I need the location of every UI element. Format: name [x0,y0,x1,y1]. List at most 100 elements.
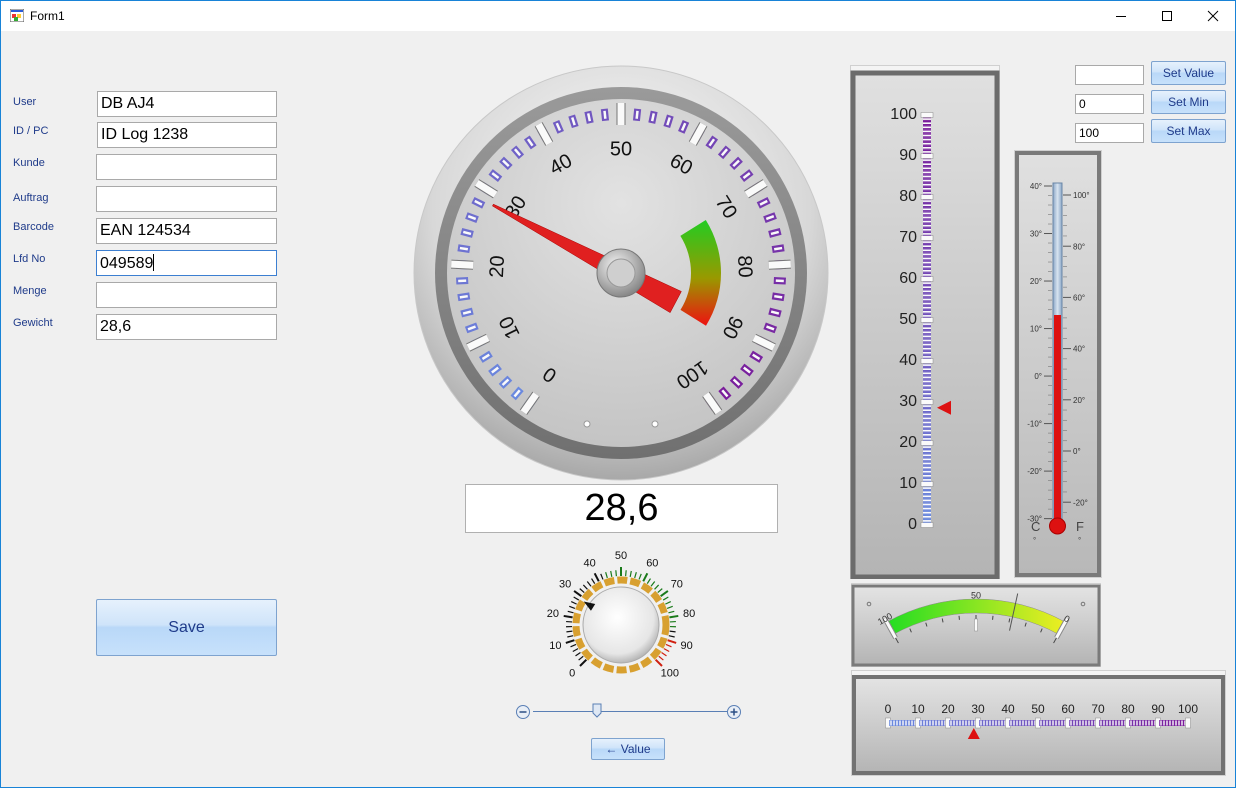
vertical-gauge-minor-tick [923,208,931,211]
vertical-gauge-minor-tick [923,384,931,387]
vertical-gauge-minor-tick [923,339,931,342]
vertical-gauge-major-tick [920,481,934,487]
knob-tick-label: 80 [683,608,695,620]
set-min-button[interactable]: Set Min [1151,90,1226,114]
horizontal-gauge-minor-tick [1181,720,1183,726]
horizontal-gauge-tick-label: 10 [911,702,925,716]
vertical-gauge-tick-label: 0 [908,516,917,533]
vertical-gauge-minor-tick [923,245,931,247]
knob-control[interactable]: 0 10 20 30 40 50 60 70 80 90 100 [531,549,711,694]
set-max-button[interactable]: Set Max [1151,119,1226,143]
knob-tick [582,584,588,590]
fahrenheit-label: F [1076,519,1084,534]
horizontal-gauge-minor-tick [983,720,985,726]
knob-tick [654,658,663,667]
vertical-gauge-minor-tick [923,409,931,411]
user-input[interactable]: DB AJ4 [97,91,277,117]
horizontal-gauge-tick-label: 50 [1031,702,1045,716]
minimize-button[interactable] [1098,1,1144,31]
close-button[interactable] [1190,1,1235,31]
gauge-minor-tick [774,294,783,299]
auftrag-input[interactable] [96,186,277,212]
horizontal-gauge-minor-tick [1016,720,1018,726]
knob-tick-label: 50 [615,550,627,562]
knob-tick [563,614,573,619]
maximize-button[interactable] [1144,1,1190,31]
knob-tick [575,652,581,657]
gauge-tick-label: 20 [486,255,509,278]
horizontal-gauge-minor-tick [1022,720,1024,726]
vertical-gauge-major-tick [920,522,934,528]
horizontal-gauge-minor-tick [1178,720,1180,726]
vertical-gauge-minor-tick [923,270,931,272]
thermometer-mercury [1054,315,1061,525]
gauge-major-tick [451,260,474,269]
vertical-gauge-major-tick [920,399,934,405]
vertical-gauge-minor-tick [923,479,931,481]
set-value-button[interactable]: Set Value [1151,61,1226,85]
gauge-minor-tick [635,110,639,119]
vertical-gauge-minor-tick [923,167,931,170]
horizontal-gauge-minor-tick [1142,720,1144,726]
vertical-gauge-minor-tick [923,138,931,141]
vertical-gauge-tick-label: 100 [890,106,917,123]
slider-track[interactable] [533,711,727,712]
knob-tick [586,581,592,587]
vertical-gauge-minor-tick [923,151,931,153]
vertical-gauge-minor-tick [923,405,931,407]
vertical-gauge-major-tick [920,276,934,282]
horizontal-gauge-minor-tick [1070,720,1072,726]
vertical-gauge-minor-tick [923,183,931,186]
vertical-gauge-minor-tick [923,122,931,124]
menge-input[interactable] [96,282,277,308]
id-pc-input[interactable]: ID Log 1238 [97,122,277,148]
knob-tick [579,588,585,594]
knob-tick [569,605,576,609]
vertical-gauge-minor-tick [923,466,931,469]
lfd-no-input[interactable]: 049589 [96,250,277,276]
set-max-input[interactable]: 100 [1075,123,1144,143]
horizontal-gauge-minor-tick [1172,720,1174,726]
knob-tick [667,639,677,644]
vertical-gauge-minor-tick [923,188,931,190]
barcode-input[interactable]: EAN 124534 [96,218,277,244]
knob-tick [634,572,637,579]
slider-thumb[interactable] [592,703,602,719]
vertical-gauge-minor-tick [923,434,931,436]
vertical-gauge-minor-tick [923,327,931,329]
gauge-minor-tick [603,110,607,119]
kunde-input[interactable] [96,154,277,180]
knob-tick [665,601,672,605]
horizontal-gauge-minor-tick [1079,720,1081,726]
title-bar: Form1 [1,1,1235,31]
main-gauge: 0102030405060708090100 [413,65,829,481]
minus-circle-icon[interactable] [515,704,531,720]
gauge-tick-label: 80 [733,255,756,278]
set-value-input[interactable] [1075,65,1144,85]
save-button[interactable]: Save [96,599,277,656]
knob-tick [669,614,679,619]
vertical-gauge-minor-tick [923,393,931,395]
app-icon [10,9,24,22]
horizontal-gauge-minor-tick [953,720,955,726]
vertical-gauge-minor-tick [923,421,931,424]
horizontal-gauge-minor-tick [992,720,994,726]
horizontal-gauge-minor-tick [1028,720,1030,726]
horizontal-gauge-minor-tick [1031,720,1033,726]
horizontal-gauge-minor-tick [1061,720,1063,726]
vertical-gauge-tick-label: 70 [899,229,917,246]
vertical-gauge-minor-tick [923,179,931,182]
set-min-input[interactable]: 0 [1075,94,1144,114]
horizontal-gauge-minor-tick [1136,720,1138,726]
value-button[interactable]: ← Value [591,738,665,760]
horizontal-gauge-minor-tick [1148,720,1150,726]
value-slider[interactable] [515,701,743,723]
horizontal-gauge-major-tick [1185,717,1191,729]
plus-circle-icon[interactable] [726,704,742,720]
arc-meter: 100500 [851,583,1101,667]
knob-tick [591,578,596,584]
gewicht-input[interactable]: 28,6 [96,314,277,340]
knob-tick [566,630,573,633]
fahrenheit-tick-label: 100° [1073,191,1090,200]
label-id-pc: ID / PC [13,125,49,137]
